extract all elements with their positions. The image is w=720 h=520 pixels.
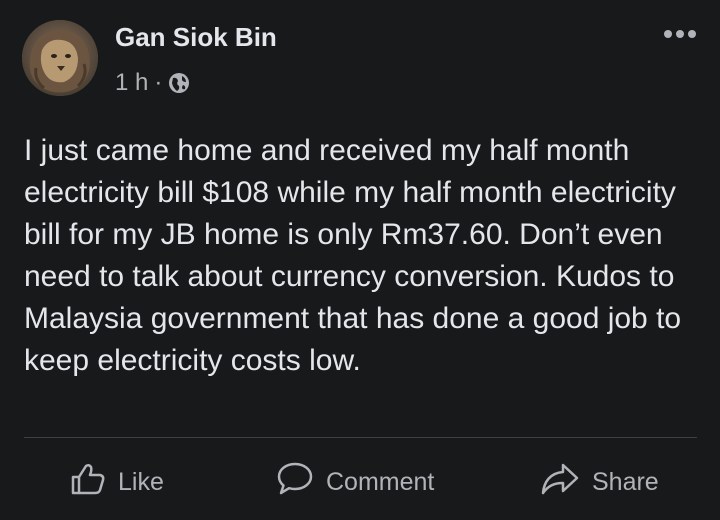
post-card: Gan Siok Bin 1 h · I just came home and … [0,0,720,520]
comment-button[interactable]: Comment [276,460,434,504]
post-body-text: I just came home and received my half mo… [24,134,682,377]
share-arrow-icon [540,461,580,504]
like-label: Like [118,467,164,496]
author-name[interactable]: Gan Siok Bin [115,22,277,53]
share-button[interactable]: Share [540,460,659,504]
thumbs-up-icon [70,462,106,503]
more-options-icon[interactable] [660,22,700,46]
share-label: Share [592,467,659,496]
comment-icon [276,461,314,504]
like-button[interactable]: Like [70,460,164,504]
globe-icon[interactable] [168,72,190,94]
meta-separator: · [154,69,163,96]
post-timestamp[interactable]: 1 h [115,69,148,97]
post-meta: 1 h · [115,68,190,98]
author-avatar[interactable] [22,20,98,96]
comment-label: Comment [326,467,435,496]
actions-divider [24,437,697,438]
